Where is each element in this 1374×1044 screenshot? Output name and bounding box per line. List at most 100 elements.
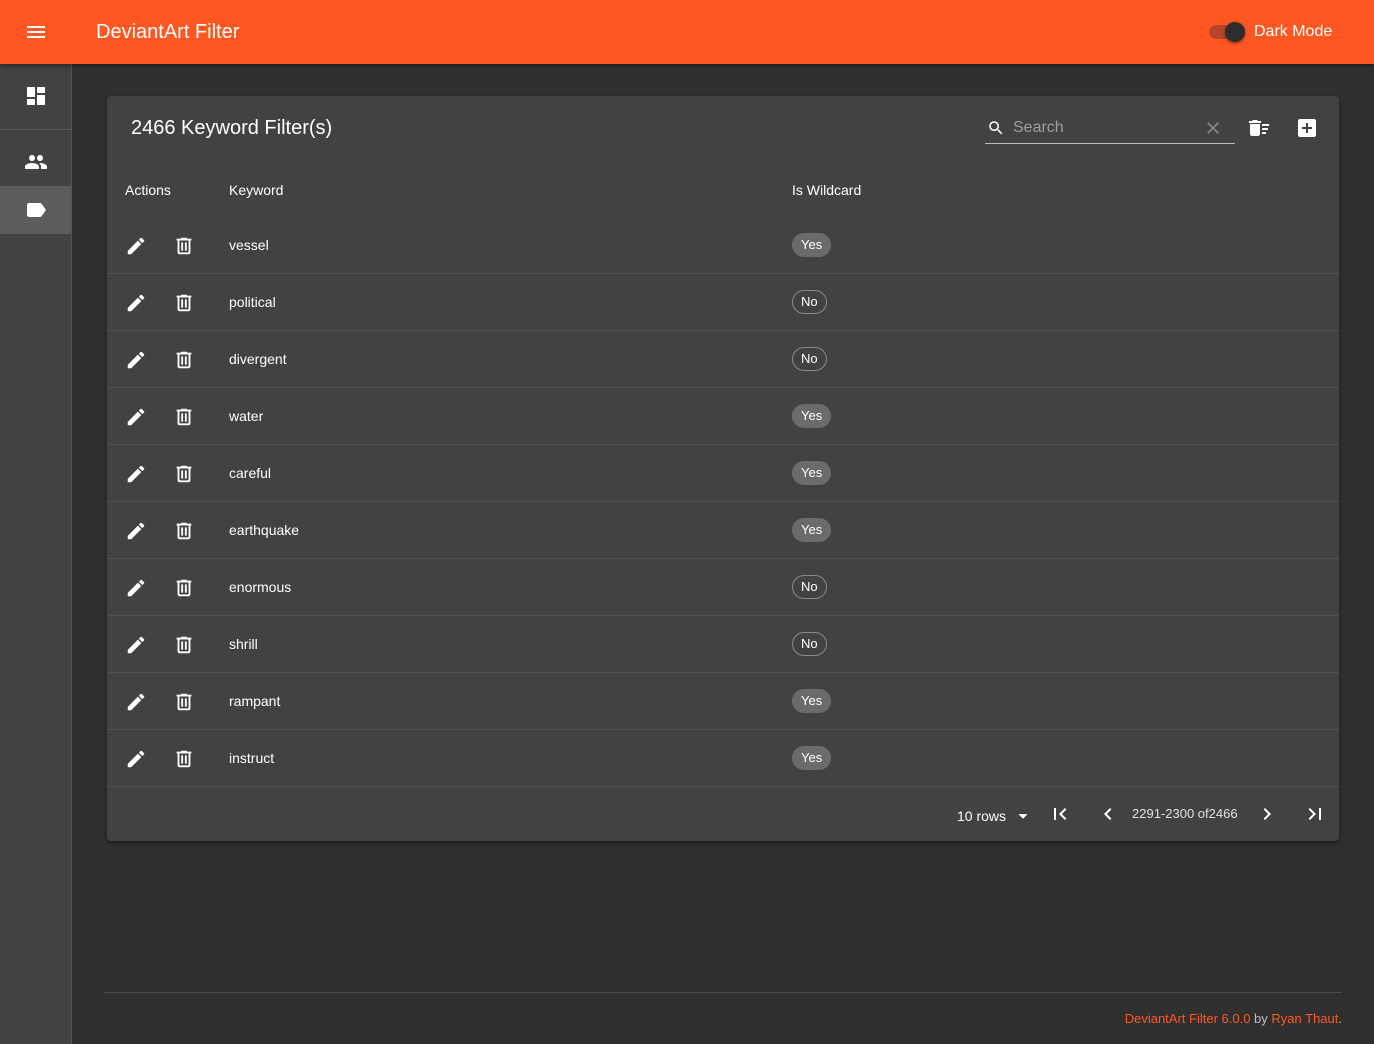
dark-mode-switch[interactable] (1206, 20, 1246, 44)
edit-button[interactable] (123, 461, 149, 487)
table-row: rampant Yes (107, 673, 1339, 730)
edit-button[interactable] (123, 689, 149, 715)
delete-icon (176, 522, 192, 540)
sidebar-item-keywords[interactable] (0, 186, 71, 234)
table-row: vessel Yes (107, 217, 1339, 274)
footer-author-link[interactable]: Ryan Thaut (1271, 1011, 1338, 1026)
edit-button[interactable] (123, 575, 149, 601)
wildcard-chip: No (792, 632, 827, 656)
sidebar-divider (0, 129, 71, 130)
edit-button[interactable] (123, 290, 149, 316)
people-icon (24, 155, 47, 169)
table-title: 2466 Keyword Filter(s) (131, 117, 333, 139)
keyword-cell: careful (229, 465, 272, 481)
delete-button[interactable] (171, 347, 197, 373)
table-row: earthquake Yes (107, 502, 1339, 559)
switch-thumb (1225, 22, 1245, 42)
edit-button[interactable] (123, 404, 149, 430)
last-page-button[interactable] (1302, 801, 1328, 827)
keyword-cell: rampant (229, 693, 281, 709)
edit-button[interactable] (123, 518, 149, 544)
delete-icon (176, 294, 192, 312)
edit-icon (127, 408, 145, 426)
keyword-cell: political (229, 294, 276, 310)
wildcard-chip: Yes (792, 404, 832, 428)
add-box-icon (1298, 119, 1316, 137)
keyword-cell: shrill (229, 636, 258, 652)
first-page-icon (1054, 808, 1067, 820)
delete-button[interactable] (171, 575, 197, 601)
keyword-cell: vessel (229, 237, 269, 253)
clear-search-icon[interactable] (1203, 118, 1223, 138)
delete-icon (176, 693, 192, 711)
edit-icon (127, 237, 145, 255)
search-box (985, 112, 1235, 144)
table-row: enormous No (107, 559, 1339, 616)
edit-button[interactable] (123, 233, 149, 259)
table-row: divergent No (107, 331, 1339, 388)
table-row: shrill No (107, 616, 1339, 673)
rows-per-page-value: 10 rows (957, 808, 1007, 824)
delete-icon (176, 579, 192, 597)
wildcard-chip: Yes (792, 233, 832, 257)
footer-app-link[interactable]: DeviantArt Filter 6.0.0 (1125, 1011, 1251, 1026)
edit-icon (127, 351, 145, 369)
delete-all-button[interactable] (1246, 115, 1272, 141)
delete-icon (176, 636, 192, 654)
delete-button[interactable] (171, 518, 197, 544)
wildcard-chip: Yes (792, 746, 832, 770)
label-icon (26, 203, 46, 217)
first-page-button[interactable] (1047, 801, 1073, 827)
search-input[interactable] (1013, 116, 1193, 140)
delete-button[interactable] (171, 233, 197, 259)
sidebar-item-users[interactable] (0, 138, 71, 186)
pagination: 10 rows 2291-2300 of2466 (107, 789, 1339, 841)
next-page-button[interactable] (1254, 801, 1280, 827)
edit-icon (127, 636, 145, 654)
column-header-wildcard[interactable]: Is Wildcard (792, 182, 861, 198)
dark-mode-control: Dark Mode (1206, 20, 1332, 44)
previous-page-button[interactable] (1095, 801, 1121, 827)
edit-icon (127, 522, 145, 540)
delete-button[interactable] (171, 404, 197, 430)
edit-button[interactable] (123, 347, 149, 373)
delete-icon (176, 237, 192, 255)
hamburger-menu-icon (27, 26, 45, 38)
delete-button[interactable] (171, 746, 197, 772)
dashboard-icon (26, 87, 45, 105)
keyword-cell: earthquake (229, 522, 300, 538)
delete-button[interactable] (171, 461, 197, 487)
footer-by: by (1254, 1011, 1268, 1026)
delete-icon (176, 351, 192, 369)
page-of-label: of (1197, 806, 1209, 821)
delete-icon (176, 465, 192, 483)
last-page-icon (1308, 808, 1321, 820)
arrow-drop-down-icon (1018, 814, 1028, 819)
edit-button[interactable] (123, 632, 149, 658)
delete-icon (176, 750, 192, 768)
sidebar-item-dashboard[interactable] (0, 72, 71, 120)
menu-button[interactable] (16, 12, 56, 52)
delete-button[interactable] (171, 290, 197, 316)
page-total: 2466 (1208, 806, 1238, 821)
wildcard-chip: No (792, 347, 827, 371)
edit-button[interactable] (123, 746, 149, 772)
delete-button[interactable] (171, 689, 197, 715)
add-filter-button[interactable] (1294, 115, 1320, 141)
app-bar: DeviantArt Filter Dark Mode (0, 0, 1374, 64)
table-row: water Yes (107, 388, 1339, 445)
delete-sweep-icon (1249, 120, 1269, 136)
delete-icon (176, 408, 192, 426)
page-range: 2291-2300 (1132, 806, 1195, 821)
delete-button[interactable] (171, 632, 197, 658)
edit-icon (127, 465, 145, 483)
wildcard-chip: Yes (792, 689, 832, 713)
edit-icon (127, 579, 145, 597)
edit-icon (127, 750, 145, 768)
column-header-keyword[interactable]: Keyword (229, 182, 283, 198)
page-range-info: 2291-2300 of2466 (1132, 806, 1238, 822)
keyword-filters-card: 2466 Keyword Filter(s) Actions Keyword I… (107, 96, 1339, 841)
chevron-left-icon (1104, 808, 1112, 820)
rows-per-page-select[interactable]: 10 rows (957, 805, 1034, 827)
chevron-right-icon (1263, 808, 1271, 820)
